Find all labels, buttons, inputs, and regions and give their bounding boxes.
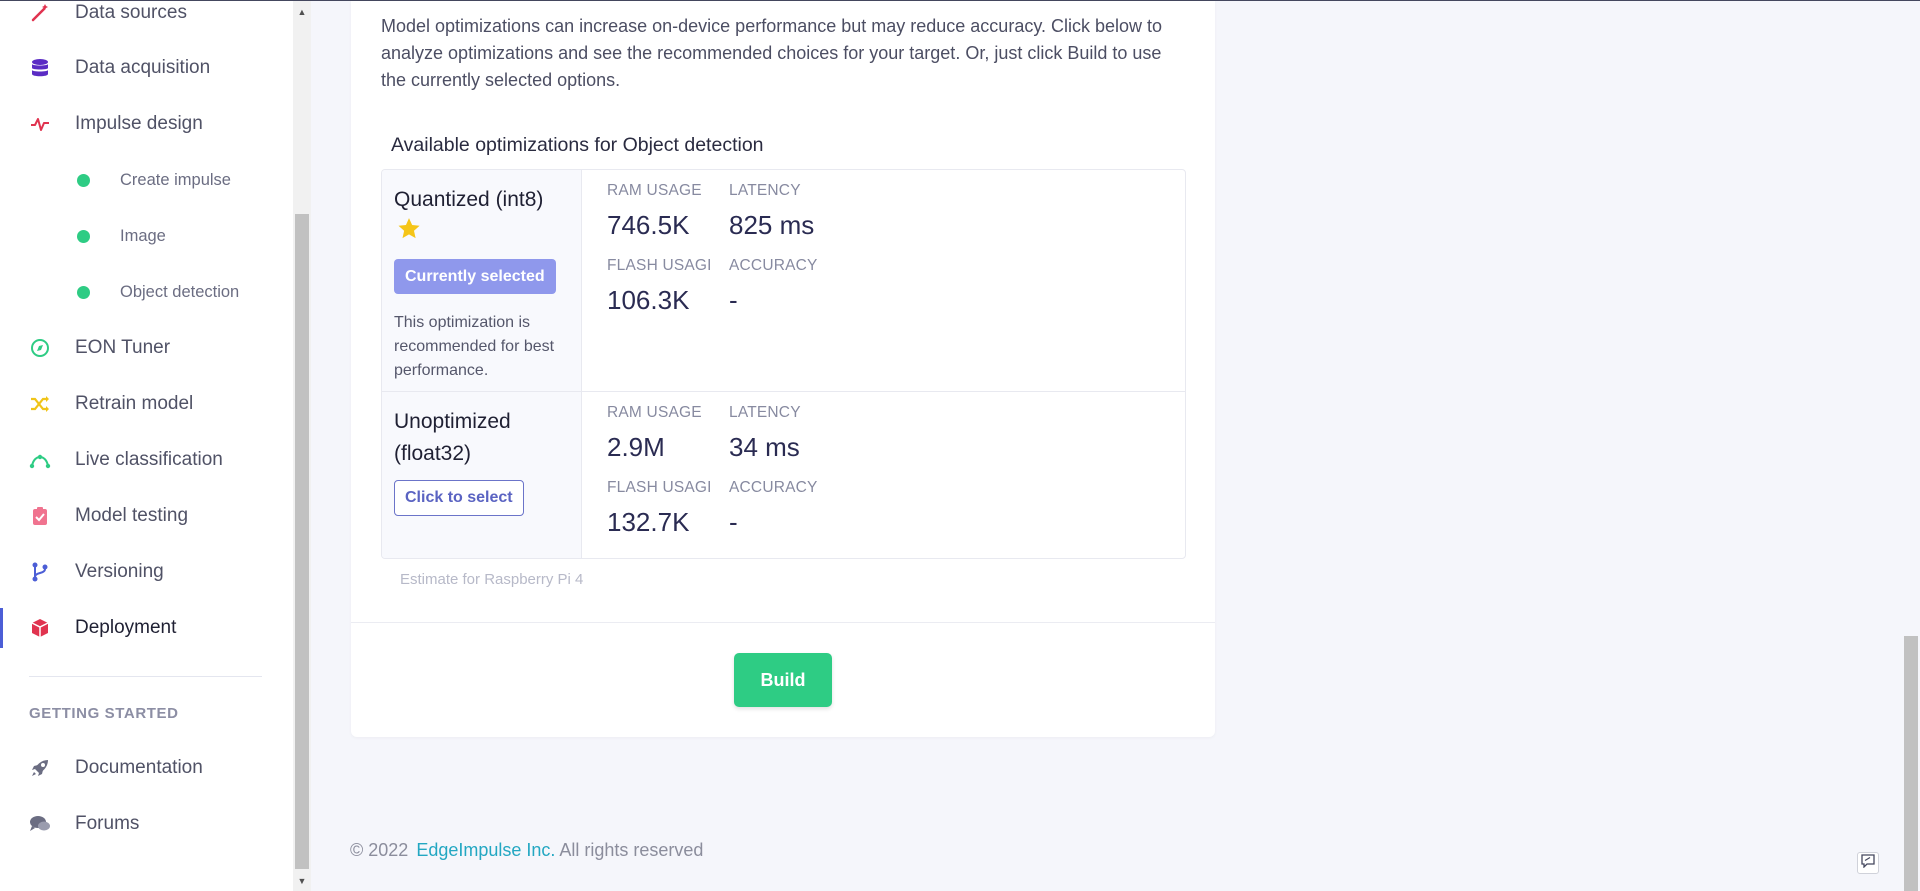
latency-metric: LATENCY 34 ms	[729, 404, 841, 463]
optimization-name: Quantized (int8)	[394, 188, 544, 211]
metric-value: 825 ms	[729, 210, 815, 240]
sidebar-item-label: Deployment	[75, 617, 177, 638]
footer: © 2022 EdgeImpulse Inc. All rights reserve…	[350, 840, 703, 861]
page-scroll-thumb[interactable]	[1904, 636, 1918, 891]
clipboard-check-icon	[29, 505, 51, 527]
status-dot-icon	[77, 173, 90, 187]
sidebar-scrollbar[interactable]: ▲ ▼	[293, 1, 311, 891]
ram-usage-metric: RAM USAGE 2.9M	[607, 404, 719, 463]
sidebar-item-forums[interactable]: Forums	[0, 804, 293, 844]
optimization-row-unoptimized[interactable]: Unoptimized (float32) Click to select RA…	[382, 392, 1185, 558]
sidebar-item-documentation[interactable]: Documentation	[0, 748, 293, 788]
metric-label: LATENCY	[729, 182, 801, 199]
sidebar-item-impulse-design[interactable]: Impulse design	[0, 104, 293, 144]
box-icon	[29, 617, 51, 639]
metric-value: 2.9M	[607, 432, 665, 462]
sidebar-item-create-impulse[interactable]: Create impulse	[0, 160, 293, 200]
flash-usage-metric: FLASH USAGE 106.3K	[607, 257, 710, 316]
star-icon	[396, 216, 422, 242]
sidebar-item-object-detection[interactable]: Object detection	[0, 272, 293, 312]
scroll-up-arrow-icon[interactable]: ▲	[293, 3, 311, 21]
sidebar-item-label: Image	[120, 226, 166, 245]
optimization-name: Unoptimized (float32)	[394, 410, 511, 465]
status-dot-icon	[77, 285, 90, 299]
chat-icon	[29, 813, 51, 835]
sidebar-item-label: EON Tuner	[75, 337, 171, 358]
curve-icon	[29, 449, 51, 471]
scroll-down-arrow-icon[interactable]: ▼	[293, 872, 311, 890]
sidebar-item-label: Data sources	[75, 2, 187, 23]
sidebar-item-image[interactable]: Image	[0, 216, 293, 256]
metric-value: 746.5K	[607, 210, 690, 240]
estimate-target-note: Estimate for Raspberry Pi 4	[400, 571, 584, 588]
metric-value: 106.3K	[607, 285, 690, 315]
compass-icon	[29, 337, 51, 359]
footer-rights: All rights reserved	[559, 840, 704, 860]
optimization-row-quantized[interactable]: Quantized (int8) Currently selected This…	[382, 170, 1185, 392]
sidebar-item-label: Forums	[75, 813, 140, 834]
metric-value: 132.7K	[607, 507, 690, 537]
metric-label: RAM USAGE	[607, 404, 702, 421]
ram-usage-metric: RAM USAGE 746.5K	[607, 182, 719, 241]
accuracy-metric: ACCURACY -	[729, 479, 841, 538]
metric-value: -	[729, 285, 738, 315]
feedback-chat-icon	[1861, 853, 1875, 873]
sidebar-item-label: Live classification	[75, 449, 223, 470]
sidebar-item-eon-tuner[interactable]: EON Tuner	[0, 328, 293, 368]
page-scrollbar[interactable]	[1902, 1, 1920, 891]
metric-value: 34 ms	[729, 432, 800, 462]
sidebar-item-data-sources[interactable]: Data sources	[0, 1, 293, 33]
database-icon	[29, 57, 51, 79]
optimization-summary: Quantized (int8) Currently selected This…	[382, 170, 582, 391]
rocket-icon	[29, 757, 51, 779]
sidebar-item-label: Create impulse	[120, 170, 231, 189]
branch-icon	[29, 561, 51, 583]
deployment-optimizations-card: Model optimizations can increase on-devi…	[351, 1, 1215, 737]
pulse-icon	[29, 113, 51, 135]
optimization-summary: Unoptimized (float32) Click to select	[382, 392, 582, 558]
section-title-getting-started: GETTING STARTED	[29, 705, 179, 722]
sidebar-divider	[29, 676, 262, 677]
optimization-description: This optimization is recommended for bes…	[394, 314, 555, 379]
metric-label: FLASH USAGE	[607, 257, 710, 274]
sidebar-item-label: Model testing	[75, 505, 189, 526]
metric-value: -	[729, 507, 738, 537]
flash-usage-metric: FLASH USAGE 132.7K	[607, 479, 710, 538]
metric-label: ACCURACY	[729, 479, 818, 496]
optimizations-table: Quantized (int8) Currently selected This…	[381, 169, 1186, 559]
feedback-button[interactable]	[1857, 852, 1879, 874]
optimizations-intro-text: Model optimizations can increase on-devi…	[381, 16, 1163, 90]
build-button[interactable]: Build	[734, 653, 832, 707]
footer-company-link[interactable]: EdgeImpulse Inc.	[416, 840, 555, 860]
available-optimizations-title: Available optimizations for Object detec…	[391, 134, 764, 156]
sidebar-item-retrain-model[interactable]: Retrain model	[0, 384, 293, 424]
currently-selected-badge: Currently selected	[394, 259, 556, 294]
sidebar-item-data-acquisition[interactable]: Data acquisition	[0, 48, 293, 88]
sidebar-item-label: Object detection	[120, 282, 240, 301]
metric-label: ACCURACY	[729, 257, 818, 274]
sidebar-scroll-thumb[interactable]	[295, 214, 309, 869]
footer-copyright: © 2022	[350, 840, 409, 860]
click-to-select-button[interactable]: Click to select	[394, 480, 524, 516]
metric-label: RAM USAGE	[607, 182, 702, 199]
metric-label: LATENCY	[729, 404, 801, 421]
latency-metric: LATENCY 825 ms	[729, 182, 841, 241]
status-dot-icon	[77, 229, 90, 243]
sidebar-item-deployment[interactable]: Deployment	[0, 608, 293, 648]
sidebar-item-label: Data acquisition	[75, 57, 211, 78]
sidebar-item-model-testing[interactable]: Model testing	[0, 496, 293, 536]
accuracy-metric: ACCURACY -	[729, 257, 841, 316]
card-divider	[351, 622, 1215, 623]
magic-wand-icon	[29, 2, 51, 24]
sidebar-item-label: Versioning	[75, 561, 164, 582]
shuffle-icon	[29, 393, 51, 415]
sidebar-item-live-classification[interactable]: Live classification	[0, 440, 293, 480]
sidebar-item-label: Impulse design	[75, 113, 203, 134]
sidebar-item-label: Retrain model	[75, 393, 194, 414]
sidebar: Data sources Data acquisition Impulse de…	[0, 1, 293, 891]
metric-label: FLASH USAGE	[607, 479, 710, 496]
sidebar-item-versioning[interactable]: Versioning	[0, 552, 293, 592]
sidebar-item-label: Documentation	[75, 757, 203, 778]
